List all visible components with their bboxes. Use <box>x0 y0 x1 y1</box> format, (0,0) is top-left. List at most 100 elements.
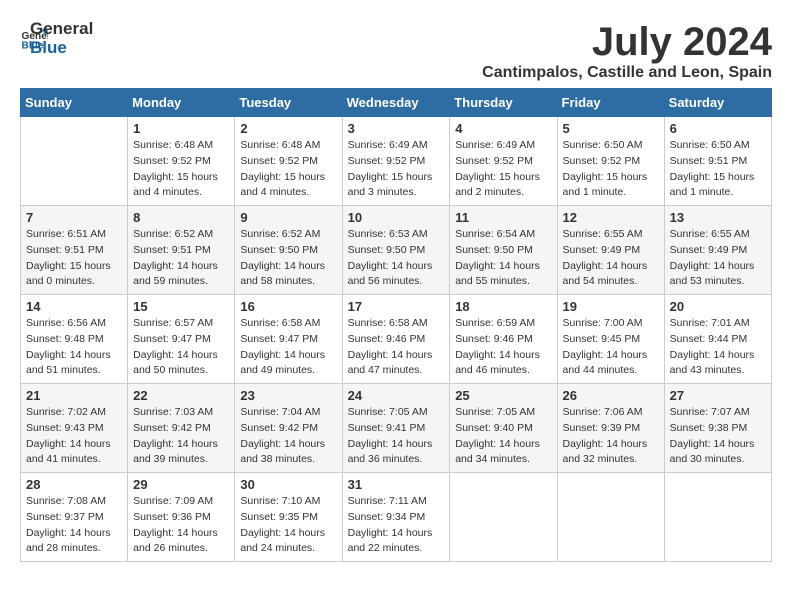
calendar-cell: 20 Sunrise: 7:01 AMSunset: 9:44 PMDayligh… <box>664 295 771 384</box>
calendar-cell: 15 Sunrise: 6:57 AMSunset: 9:47 PMDayligh… <box>128 295 235 384</box>
day-info: Sunrise: 7:07 AMSunset: 9:38 PMDaylight:… <box>670 405 766 468</box>
calendar-cell: 1 Sunrise: 6:48 AMSunset: 9:52 PMDaylight… <box>128 117 235 206</box>
calendar-cell <box>664 473 771 562</box>
calendar-cell: 21Sunrise: 7:02 AMSunset: 9:43 PMDayligh… <box>21 384 128 473</box>
day-number: 28 <box>26 477 122 492</box>
day-info: Sunrise: 6:58 AMSunset: 9:46 PMDaylight:… <box>348 316 445 379</box>
calendar-cell: 5 Sunrise: 6:50 AMSunset: 9:52 PMDaylight… <box>557 117 664 206</box>
column-header-saturday: Saturday <box>664 89 771 117</box>
calendar-cell: 7Sunrise: 6:51 AMSunset: 9:51 PMDaylight… <box>21 206 128 295</box>
day-info: Sunrise: 7:05 AMSunset: 9:40 PMDaylight:… <box>455 405 551 468</box>
day-number: 16 <box>240 299 336 314</box>
calendar-cell: 28 Sunrise: 7:08 AMSunset: 9:37 PMDayligh… <box>21 473 128 562</box>
location-title: Cantimpalos, Castille and Leon, Spain <box>482 64 772 82</box>
calendar-week-row: 14Sunrise: 6:56 AMSunset: 9:48 PMDayligh… <box>21 295 772 384</box>
calendar-cell: 16 Sunrise: 6:58 AMSunset: 9:47 PMDayligh… <box>235 295 342 384</box>
calendar-cell: 11 Sunrise: 6:54 AMSunset: 9:50 PMDayligh… <box>450 206 557 295</box>
day-info: Sunrise: 7:11 AMSunset: 9:34 PMDaylight:… <box>348 494 445 557</box>
day-number: 23 <box>240 388 336 403</box>
day-number: 26 <box>563 388 659 403</box>
calendar-cell: 22 Sunrise: 7:03 AMSunset: 9:42 PMDayligh… <box>128 384 235 473</box>
day-info: Sunrise: 6:55 AMSunset: 9:49 PMDaylight:… <box>670 227 766 290</box>
day-info: Sunrise: 6:49 AMSunset: 9:52 PMDaylight:… <box>348 138 445 201</box>
day-info: Sunrise: 6:58 AMSunset: 9:47 PMDaylight:… <box>240 316 336 379</box>
calendar-cell: 18Sunrise: 6:59 AMSunset: 9:46 PMDayligh… <box>450 295 557 384</box>
day-number: 7 <box>26 210 122 225</box>
day-number: 12 <box>563 210 659 225</box>
calendar-week-row: 28 Sunrise: 7:08 AMSunset: 9:37 PMDayligh… <box>21 473 772 562</box>
day-info: Sunrise: 6:57 AMSunset: 9:47 PMDaylight:… <box>133 316 229 379</box>
month-title: July 2024 <box>482 20 772 64</box>
day-number: 11 <box>455 210 551 225</box>
day-number: 25 <box>455 388 551 403</box>
logo-line2: Blue <box>30 39 93 58</box>
calendar-cell: 8 Sunrise: 6:52 AMSunset: 9:51 PMDaylight… <box>128 206 235 295</box>
day-info: Sunrise: 6:50 AMSunset: 9:52 PMDaylight:… <box>563 138 659 201</box>
day-number: 20 <box>670 299 766 314</box>
title-block: July 2024 Cantimpalos, Castille and Leon… <box>482 20 772 82</box>
day-number: 15 <box>133 299 229 314</box>
day-info: Sunrise: 7:02 AMSunset: 9:43 PMDaylight:… <box>26 405 122 468</box>
calendar-cell: 6 Sunrise: 6:50 AMSunset: 9:51 PMDaylight… <box>664 117 771 206</box>
calendar-cell: 27 Sunrise: 7:07 AMSunset: 9:38 PMDayligh… <box>664 384 771 473</box>
calendar-cell: 9 Sunrise: 6:52 AMSunset: 9:50 PMDaylight… <box>235 206 342 295</box>
day-info: Sunrise: 7:10 AMSunset: 9:35 PMDaylight:… <box>240 494 336 557</box>
calendar-cell: 26Sunrise: 7:06 AMSunset: 9:39 PMDayligh… <box>557 384 664 473</box>
day-info: Sunrise: 7:05 AMSunset: 9:41 PMDaylight:… <box>348 405 445 468</box>
day-number: 19 <box>563 299 659 314</box>
day-info: Sunrise: 7:01 AMSunset: 9:44 PMDaylight:… <box>670 316 766 379</box>
day-info: Sunrise: 7:09 AMSunset: 9:36 PMDaylight:… <box>133 494 229 557</box>
calendar-cell <box>21 117 128 206</box>
day-info: Sunrise: 7:00 AMSunset: 9:45 PMDaylight:… <box>563 316 659 379</box>
column-header-wednesday: Wednesday <box>342 89 450 117</box>
calendar-cell: 23 Sunrise: 7:04 AMSunset: 9:42 PMDayligh… <box>235 384 342 473</box>
day-info: Sunrise: 6:52 AMSunset: 9:50 PMDaylight:… <box>240 227 336 290</box>
day-number: 9 <box>240 210 336 225</box>
day-number: 14 <box>26 299 122 314</box>
day-number: 2 <box>240 121 336 136</box>
calendar-cell: 25 Sunrise: 7:05 AMSunset: 9:40 PMDayligh… <box>450 384 557 473</box>
day-number: 8 <box>133 210 229 225</box>
day-info: Sunrise: 6:55 AMSunset: 9:49 PMDaylight:… <box>563 227 659 290</box>
day-info: Sunrise: 6:49 AMSunset: 9:52 PMDaylight:… <box>455 138 551 201</box>
day-info: Sunrise: 7:08 AMSunset: 9:37 PMDaylight:… <box>26 494 122 557</box>
day-info: Sunrise: 7:04 AMSunset: 9:42 PMDaylight:… <box>240 405 336 468</box>
calendar-cell: 14Sunrise: 6:56 AMSunset: 9:48 PMDayligh… <box>21 295 128 384</box>
day-number: 22 <box>133 388 229 403</box>
day-number: 3 <box>348 121 445 136</box>
day-info: Sunrise: 6:54 AMSunset: 9:50 PMDaylight:… <box>455 227 551 290</box>
calendar-cell: 30 Sunrise: 7:10 AMSunset: 9:35 PMDayligh… <box>235 473 342 562</box>
calendar-cell: 29Sunrise: 7:09 AMSunset: 9:36 PMDayligh… <box>128 473 235 562</box>
day-number: 4 <box>455 121 551 136</box>
column-header-monday: Monday <box>128 89 235 117</box>
day-number: 27 <box>670 388 766 403</box>
day-info: Sunrise: 6:48 AMSunset: 9:52 PMDaylight:… <box>133 138 229 201</box>
logo-line1: General <box>30 20 93 39</box>
day-number: 31 <box>348 477 445 492</box>
day-number: 6 <box>670 121 766 136</box>
day-info: Sunrise: 6:52 AMSunset: 9:51 PMDaylight:… <box>133 227 229 290</box>
calendar-cell: 4 Sunrise: 6:49 AMSunset: 9:52 PMDaylight… <box>450 117 557 206</box>
day-info: Sunrise: 7:03 AMSunset: 9:42 PMDaylight:… <box>133 405 229 468</box>
day-number: 24 <box>348 388 445 403</box>
calendar-cell: 19 Sunrise: 7:00 AMSunset: 9:45 PMDayligh… <box>557 295 664 384</box>
day-number: 1 <box>133 121 229 136</box>
day-info: Sunrise: 6:50 AMSunset: 9:51 PMDaylight:… <box>670 138 766 201</box>
day-number: 17 <box>348 299 445 314</box>
calendar-header-row: SundayMondayTuesdayWednesdayThursdayFrid… <box>21 89 772 117</box>
day-number: 5 <box>563 121 659 136</box>
calendar-cell: 3 Sunrise: 6:49 AMSunset: 9:52 PMDaylight… <box>342 117 450 206</box>
day-number: 13 <box>670 210 766 225</box>
logo: General Blue General Blue <box>20 20 93 57</box>
day-info: Sunrise: 6:48 AMSunset: 9:52 PMDaylight:… <box>240 138 336 201</box>
calendar-cell: 12 Sunrise: 6:55 AMSunset: 9:49 PMDayligh… <box>557 206 664 295</box>
day-number: 18 <box>455 299 551 314</box>
column-header-tuesday: Tuesday <box>235 89 342 117</box>
calendar-cell: 13 Sunrise: 6:55 AMSunset: 9:49 PMDayligh… <box>664 206 771 295</box>
calendar-cell <box>557 473 664 562</box>
day-number: 30 <box>240 477 336 492</box>
calendar-table: SundayMondayTuesdayWednesdayThursdayFrid… <box>20 88 772 562</box>
column-header-friday: Friday <box>557 89 664 117</box>
calendar-cell: 2 Sunrise: 6:48 AMSunset: 9:52 PMDaylight… <box>235 117 342 206</box>
calendar-week-row: 21Sunrise: 7:02 AMSunset: 9:43 PMDayligh… <box>21 384 772 473</box>
